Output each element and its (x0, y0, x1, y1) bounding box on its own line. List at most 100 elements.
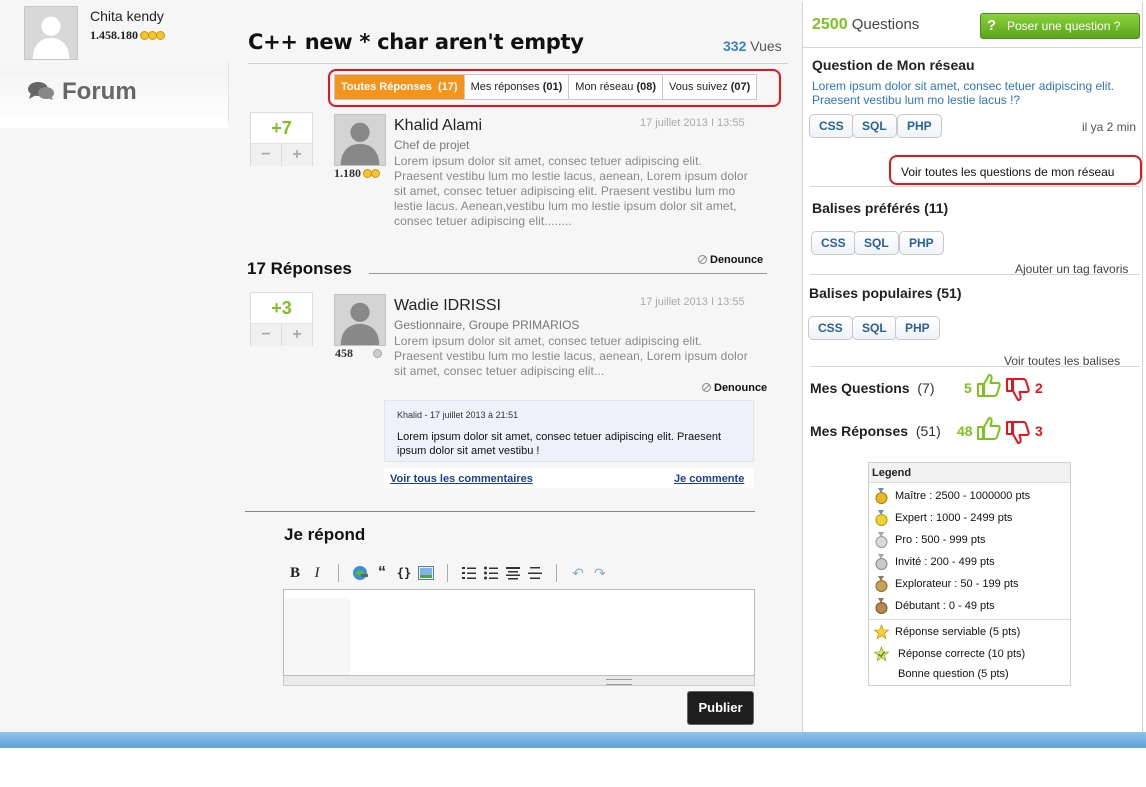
question-mark-icon: ? (987, 17, 997, 34)
avatar-silhouette-icon (25, 7, 77, 59)
report-button[interactable]: Denounce (702, 382, 767, 394)
my-questions[interactable]: Mes Questions (7) (810, 380, 935, 396)
thumbs-down-icon (1006, 421, 1030, 444)
medal-yellow-icon (875, 510, 888, 526)
legend-row: Débutant : 0 - 49 pts (869, 596, 1070, 616)
legend-row: Maître : 2500 - 1000000 pts (869, 486, 1070, 506)
tag-sql[interactable]: SQL (854, 231, 899, 255)
legend-row: Bonne question (5 pts) (898, 668, 1009, 680)
coins-icon (363, 167, 380, 182)
tag-css[interactable]: CSS (808, 316, 853, 340)
star-icon (874, 624, 889, 640)
ban-icon (698, 255, 707, 264)
views-counter: 332 Vues (723, 38, 782, 54)
medal-gold-icon (875, 488, 888, 504)
see-all-comments-link[interactable]: Voir tous les commentaires (390, 473, 533, 485)
profile-name[interactable]: Chita kendy (90, 8, 164, 24)
vote-down-button[interactable]: − (251, 144, 282, 166)
undo-icon[interactable]: ↶ (567, 563, 589, 583)
add-comment-link[interactable]: Je commente (674, 473, 744, 485)
coins-icon (140, 29, 165, 44)
numbered-list-icon[interactable] (458, 563, 480, 583)
author-name[interactable]: Khalid Alami (394, 117, 482, 135)
image-icon[interactable] (415, 563, 437, 583)
bullet-list-icon[interactable] (480, 563, 502, 583)
answer-date: 17 juillet 2013 I 13:55 (640, 296, 745, 308)
footer-bar (0, 732, 1146, 748)
tab-following[interactable]: Vous suivez (07) (663, 75, 756, 99)
network-question-link[interactable]: Lorem ipsum dolor sit amet, consec tetue… (812, 79, 1136, 107)
italic-icon[interactable]: I (306, 563, 328, 583)
legend-row: Invité : 200 - 499 pts (869, 552, 1070, 572)
legend-row: Pro : 500 - 999 pts (869, 530, 1070, 550)
answer-body: Lorem ipsum dolor sit amet, consec tetue… (394, 334, 748, 378)
resize-handle[interactable] (283, 676, 755, 686)
add-favorite-tag-link[interactable]: Ajouter un tag favoris (1015, 262, 1128, 276)
medal-brown-icon (875, 598, 888, 614)
question-title: C++ new * char aren't empty (248, 30, 584, 54)
questions-counter: 2500 Questions (812, 16, 919, 34)
ask-question-button[interactable]: ? Poser une question ? (980, 13, 1140, 39)
reply-textarea[interactable] (283, 589, 755, 676)
page: Chita kendy 1.458.180 Forum C++ new * ch… (0, 0, 1146, 787)
horizontal-rule-icon[interactable] (524, 563, 546, 583)
vote-down-button[interactable]: − (251, 324, 282, 346)
tag-sql[interactable]: SQL (852, 316, 897, 340)
tab-my-network[interactable]: Mon réseau (08) (569, 75, 663, 99)
tab-all-answers[interactable]: Toutes Réponses (17) (335, 75, 465, 99)
forum-label[interactable]: Forum (62, 78, 137, 106)
thumbs-down-icon (1006, 378, 1030, 401)
author-name[interactable]: Wadie IDRISSI (394, 297, 501, 315)
author-avatar[interactable] (334, 114, 386, 166)
toolbar-separator (338, 564, 339, 582)
legend-row: Réponse correcte (10 pts) (869, 644, 1070, 664)
report-button[interactable]: Denounce (698, 254, 763, 266)
avatar[interactable] (24, 6, 78, 60)
divider (869, 619, 1070, 620)
quote-icon[interactable]: “ (371, 563, 393, 583)
see-network-questions-link[interactable]: Voir toutes les questions de mon réseau (901, 165, 1114, 179)
divider (228, 62, 229, 122)
comment-box: Khalid - 17 juillet 2013 à 21:51 Lorem i… (384, 400, 754, 462)
editor-margin (284, 598, 350, 675)
editor-toolbar: B I “ {} ↶ ↷ (284, 562, 611, 584)
network-title: Question de Mon réseau (812, 57, 975, 73)
questions-count: 2500 (812, 16, 848, 33)
code-icon[interactable]: {} (393, 563, 415, 583)
tag-sql[interactable]: SQL (852, 114, 897, 138)
tag-php[interactable]: PHP (897, 114, 942, 138)
thumbs-up-icon (977, 374, 1001, 397)
publish-button[interactable]: Publier (687, 691, 754, 725)
tag-php[interactable]: PHP (899, 231, 944, 255)
downvotes-count: 3 (1035, 423, 1043, 439)
legend-row: Réponse serviable (5 pts) (869, 622, 1070, 642)
author-avatar[interactable] (334, 294, 386, 346)
see-all-tags-link[interactable]: Voir toutes les balises (1004, 354, 1120, 368)
divider (810, 186, 1140, 187)
tag-css[interactable]: CSS (809, 114, 854, 138)
tag-css[interactable]: CSS (811, 231, 856, 255)
legend-panel: Legend Maître : 2500 - 1000000 pts Exper… (868, 462, 1071, 686)
thumbs-up-icon (977, 417, 1001, 440)
favorite-tags-title: Balises préférés (11) (812, 200, 949, 216)
tab-my-answers[interactable]: Mes réponses (01) (465, 75, 570, 99)
link-icon[interactable] (349, 563, 371, 583)
chat-bubbles-icon (28, 82, 54, 100)
my-answers[interactable]: Mes Réponses (51) (810, 423, 941, 439)
bold-icon[interactable]: B (284, 563, 306, 583)
divider (369, 273, 767, 274)
toolbar-separator (447, 564, 448, 582)
author-points: 458 (335, 346, 353, 360)
divider (803, 47, 1142, 48)
avatar-silhouette-icon (335, 295, 385, 345)
questions-label: Questions (851, 16, 920, 33)
responses-title: 17 Réponses (247, 259, 352, 278)
heading-icon[interactable] (502, 563, 524, 583)
author-role: Gestionnaire, Groupe PRIMARIOS (394, 318, 580, 332)
avatar-silhouette-icon (335, 115, 385, 165)
vote-up-button[interactable]: + (282, 144, 312, 166)
profile-points: 1.458.180 (90, 28, 165, 44)
vote-up-button[interactable]: + (282, 324, 312, 346)
tag-php[interactable]: PHP (895, 316, 940, 340)
redo-icon[interactable]: ↷ (589, 563, 611, 583)
